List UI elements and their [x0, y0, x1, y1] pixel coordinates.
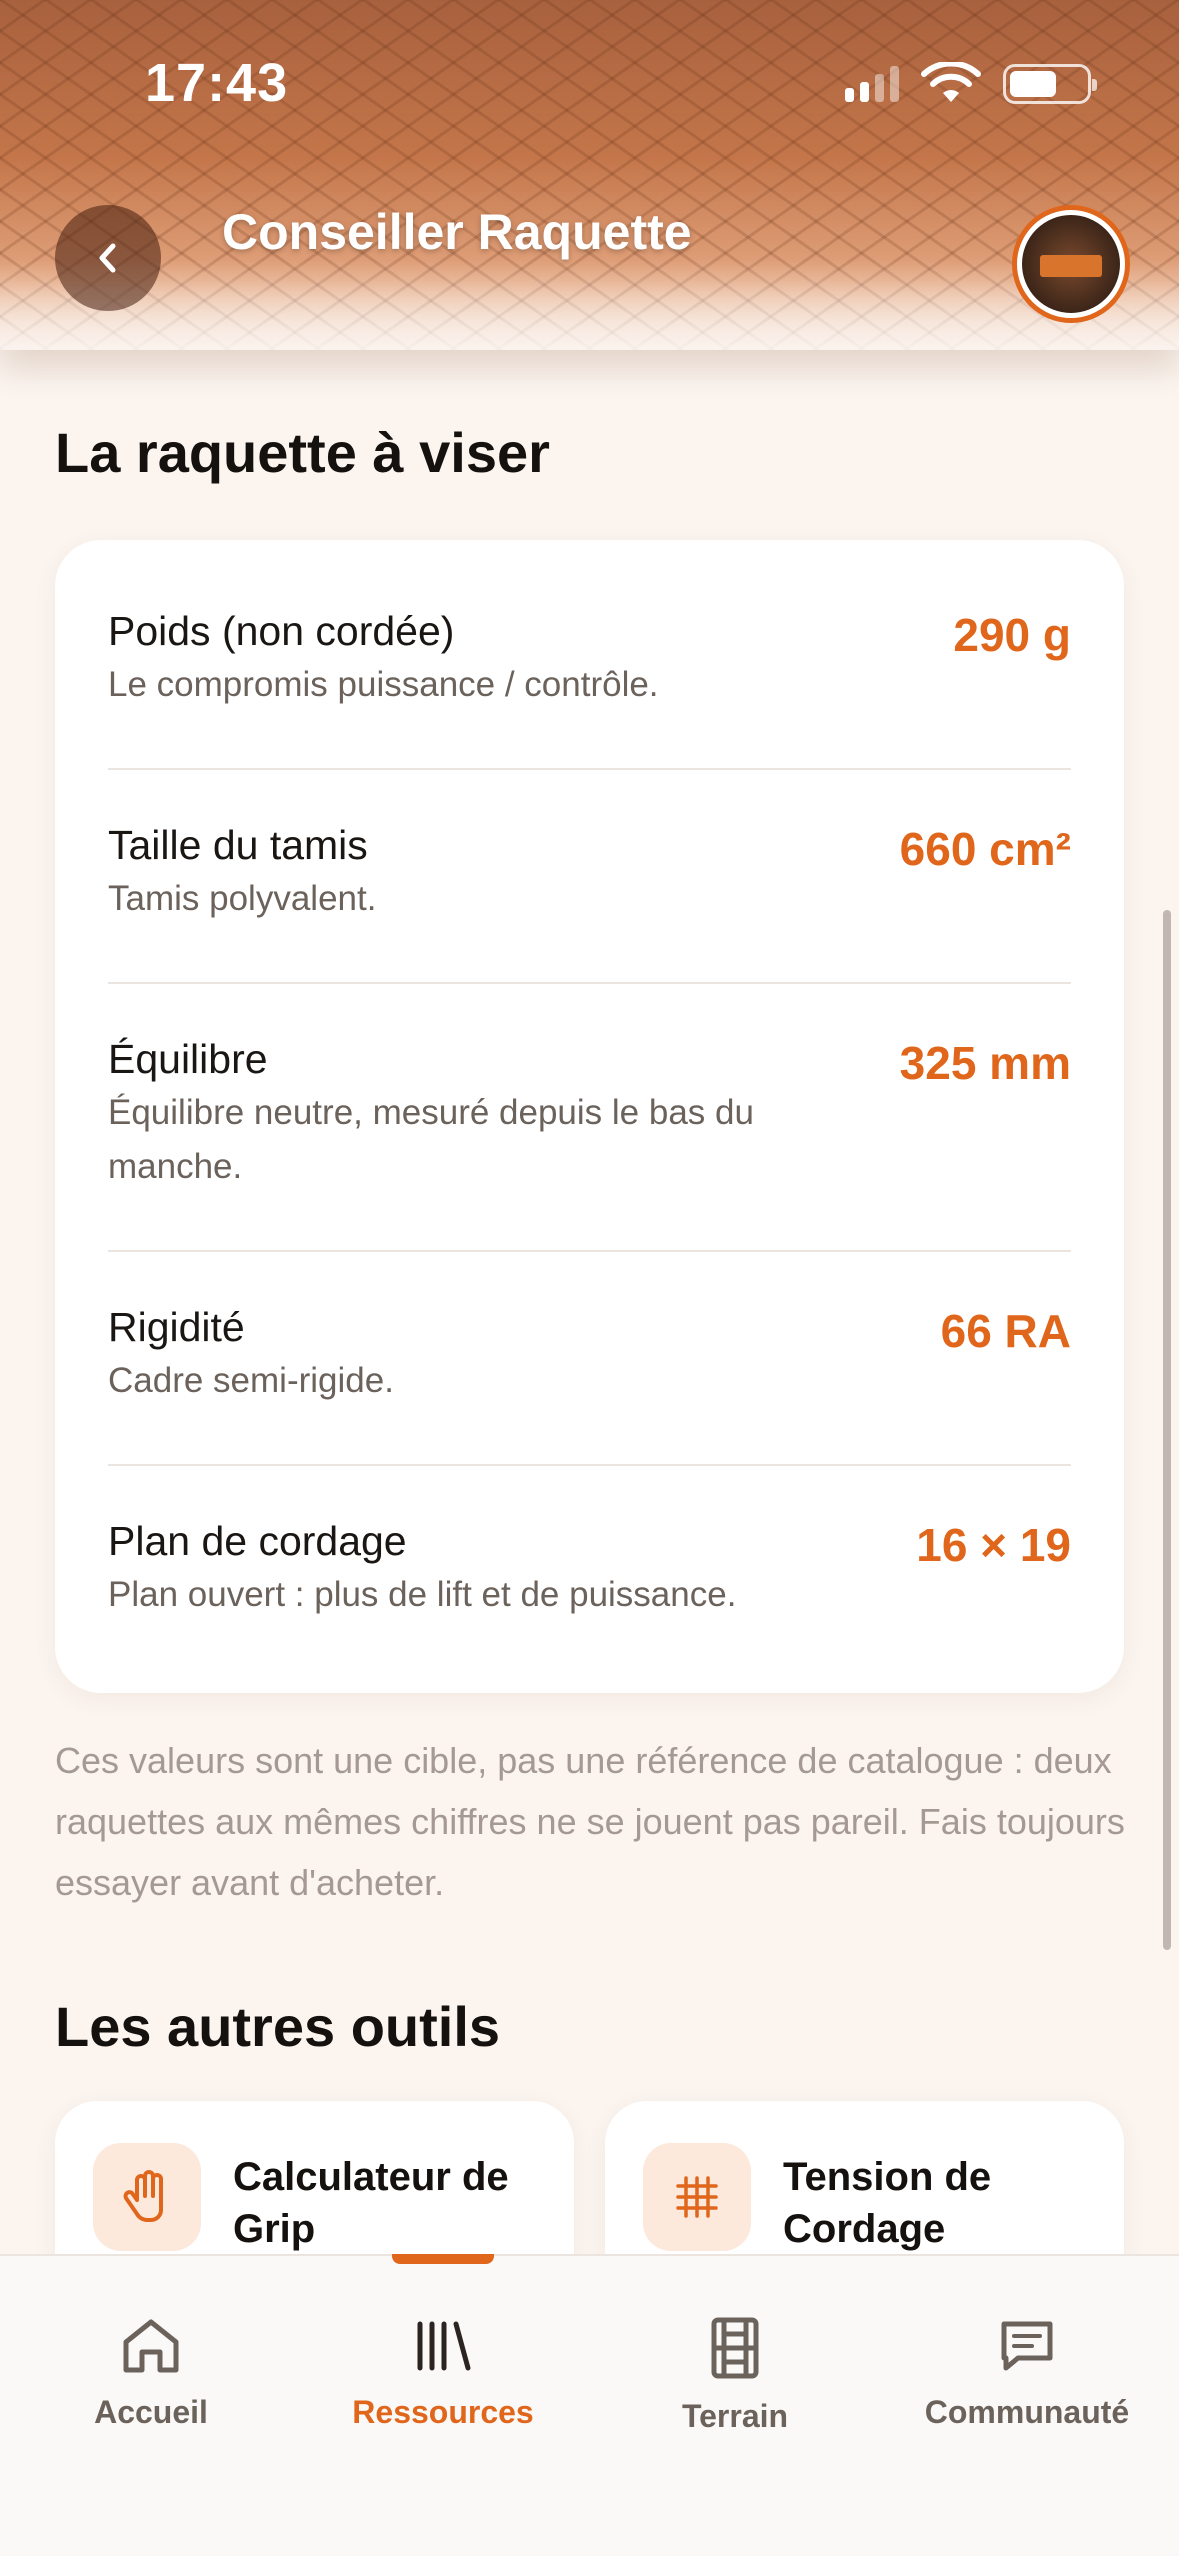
- battery-icon: [1003, 64, 1097, 104]
- spec-label: Rigidité: [108, 1304, 245, 1350]
- nav-item-terrain[interactable]: Terrain: [605, 2316, 865, 2435]
- spec-value: 66 RA: [940, 1305, 1071, 1357]
- active-tab-indicator: [392, 2254, 494, 2264]
- signal-icon: [845, 66, 899, 102]
- nav-item-communaute[interactable]: Communauté: [897, 2316, 1157, 2431]
- spec-value: 660 cm²: [899, 823, 1071, 875]
- library-icon: [417, 2321, 471, 2371]
- specs-card: Poids (non cordée) 290 g Le compromis pu…: [55, 540, 1124, 1693]
- nav-label: Terrain: [681, 2398, 789, 2434]
- page-title: Conseiller Raquette: [222, 204, 692, 260]
- wifi-icon: [921, 62, 981, 102]
- nav-label: Ressources: [352, 2394, 534, 2430]
- string-grid-icon: [643, 2143, 751, 2251]
- section-title-tools: Les autres outils: [55, 1995, 501, 2058]
- status-time: 17:43: [145, 53, 289, 113]
- divider: [108, 1464, 1071, 1466]
- spec-value: 16 × 19: [916, 1519, 1071, 1571]
- court-icon: [711, 2317, 759, 2379]
- spec-value: 290 g: [953, 609, 1071, 661]
- disclaimer-note: Ces valeurs sont une cible, pas une réfé…: [55, 1740, 1125, 1903]
- divider: [108, 1250, 1071, 1252]
- spec-label: Poids (non cordée): [108, 608, 455, 654]
- header: 17:43 Conseiller Raquette: [0, 0, 1179, 350]
- spec-description: Tamis polyvalent.: [108, 879, 377, 918]
- home-icon: [123, 2319, 179, 2373]
- spec-label: Plan de cordage: [108, 1518, 407, 1564]
- chat-icon: [1001, 2321, 1053, 2371]
- status-icons: [845, 62, 1097, 106]
- spec-description: Le compromis puissance / contrôle.: [108, 665, 659, 704]
- hand-icon: [93, 2143, 201, 2251]
- spec-description: Cadre semi-rigide.: [108, 1361, 394, 1400]
- tool-label: Tension de Cordage: [783, 2155, 992, 2251]
- section-title-target: La raquette à viser: [55, 421, 550, 484]
- nav-item-accueil[interactable]: Accueil: [21, 2316, 281, 2431]
- bottom-nav: Accueil Ressources Terrain Communauté: [0, 2254, 1179, 2556]
- spec-label: Équilibre: [108, 1036, 268, 1082]
- nav-label: Communauté: [924, 2394, 1130, 2430]
- tool-label: Calculateur de Grip: [233, 2155, 509, 2251]
- back-button[interactable]: [55, 205, 161, 311]
- nav-label: Accueil: [94, 2394, 208, 2430]
- chevron-left-icon: [99, 243, 116, 273]
- avatar[interactable]: [1017, 210, 1125, 318]
- divider: [108, 768, 1071, 770]
- spec-value: 325 mm: [899, 1037, 1071, 1089]
- spec-description: Équilibre neutre, mesuré depuis le bas d…: [108, 1093, 754, 1186]
- spec-description: Plan ouvert : plus de lift et de puissan…: [108, 1575, 737, 1614]
- nav-item-ressources[interactable]: Ressources: [313, 2316, 573, 2431]
- divider: [108, 982, 1071, 984]
- spec-label: Taille du tamis: [108, 822, 368, 868]
- scrollbar[interactable]: [1163, 910, 1171, 1950]
